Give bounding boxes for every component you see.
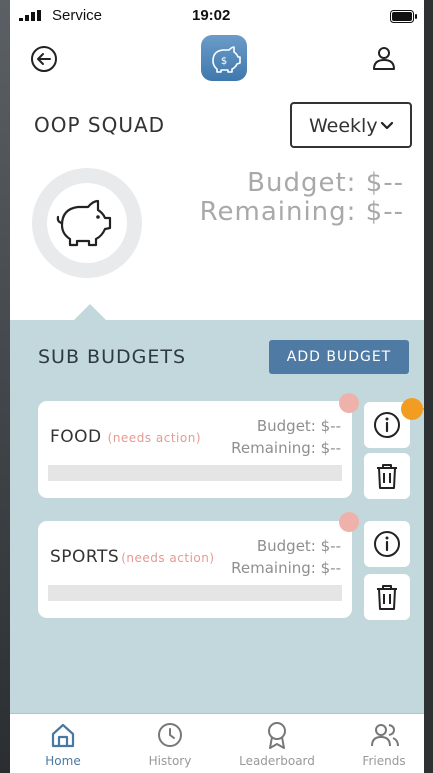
piggy-bank-icon: [56, 199, 112, 247]
notification-dot: [339, 393, 359, 413]
sub-budget-name-wrap: FOOD (needs action): [50, 427, 201, 447]
chevron-down-icon: [380, 121, 394, 130]
sub-budget-name: SPORTS: [50, 547, 120, 567]
tab-history[interactable]: History: [125, 714, 215, 773]
background-edge-left: [0, 0, 10, 773]
info-icon: [374, 531, 400, 557]
sub-budget-status: (needs action): [121, 551, 215, 565]
user-icon[interactable]: [372, 45, 396, 71]
period-dropdown[interactable]: Weekly: [290, 102, 412, 148]
award-icon: [268, 722, 286, 749]
tab-label: Leaderboard: [239, 754, 315, 768]
notification-dot: [339, 512, 359, 532]
sub-budget-card-food[interactable]: FOOD (needs action) Budget: $-- Remaining…: [38, 401, 352, 498]
annotation-marker: [401, 398, 423, 420]
sub-budget-progress-bar: [48, 465, 342, 481]
tab-friends[interactable]: Friends: [339, 714, 424, 773]
background-edge-right: [424, 0, 433, 773]
info-button[interactable]: [364, 521, 410, 567]
users-icon: [371, 724, 399, 747]
group-name: OOP SQUAD: [34, 113, 166, 137]
app-logo: $: [201, 35, 247, 81]
total-remaining: Remaining: $--: [199, 197, 404, 227]
sub-budget-remaining: Remaining: $--: [231, 559, 341, 577]
sub-budget-name: FOOD: [50, 427, 102, 447]
sub-budgets-title: SUB BUDGETS: [38, 346, 187, 368]
signal-icon: [19, 10, 41, 21]
panel-pointer: [74, 304, 106, 320]
app-screen: Service 19:02 $ OOP SQUAD Weekly Budget:…: [10, 0, 424, 773]
clock-icon: [158, 723, 182, 747]
add-budget-button[interactable]: ADD BUDGET: [269, 340, 409, 374]
battery-icon: [390, 10, 417, 23]
svg-text:$: $: [221, 56, 227, 67]
sub-budget-name-wrap: SPORTS (needs action): [50, 547, 215, 567]
sub-budget-progress-bar: [48, 585, 342, 601]
tab-home[interactable]: Home: [18, 714, 108, 773]
sub-budget-remaining: Remaining: $--: [231, 439, 341, 457]
tab-label: Home: [45, 754, 81, 768]
period-selected-value: Weekly: [309, 115, 378, 137]
status-bar: Service 19:02: [10, 0, 424, 30]
sub-budget-card-sports[interactable]: SPORTS (needs action) Budget: $-- Remaini…: [38, 521, 352, 618]
delete-button[interactable]: [364, 453, 410, 499]
trash-icon: [377, 464, 397, 489]
tab-label: History: [148, 754, 192, 768]
back-arrow-icon[interactable]: [30, 45, 58, 73]
trash-icon: [377, 585, 397, 610]
bottom-tab-bar: Home History Leaderboard Friends: [10, 713, 424, 773]
tab-label: Friends: [362, 754, 406, 768]
sub-budget-budget: Budget: $--: [256, 417, 341, 435]
delete-button[interactable]: [364, 574, 410, 620]
sub-budgets-panel: [10, 320, 424, 713]
sub-budget-status: (needs action): [107, 431, 201, 445]
tab-leaderboard[interactable]: Leaderboard: [232, 714, 322, 773]
total-budget: Budget: $--: [247, 168, 404, 198]
status-time: 19:02: [192, 7, 231, 24]
sub-budget-budget: Budget: $--: [256, 537, 341, 555]
piggy-bank-dollar-icon: $: [212, 46, 241, 73]
home-icon: [51, 723, 75, 748]
carrier-name: Service: [52, 7, 103, 24]
